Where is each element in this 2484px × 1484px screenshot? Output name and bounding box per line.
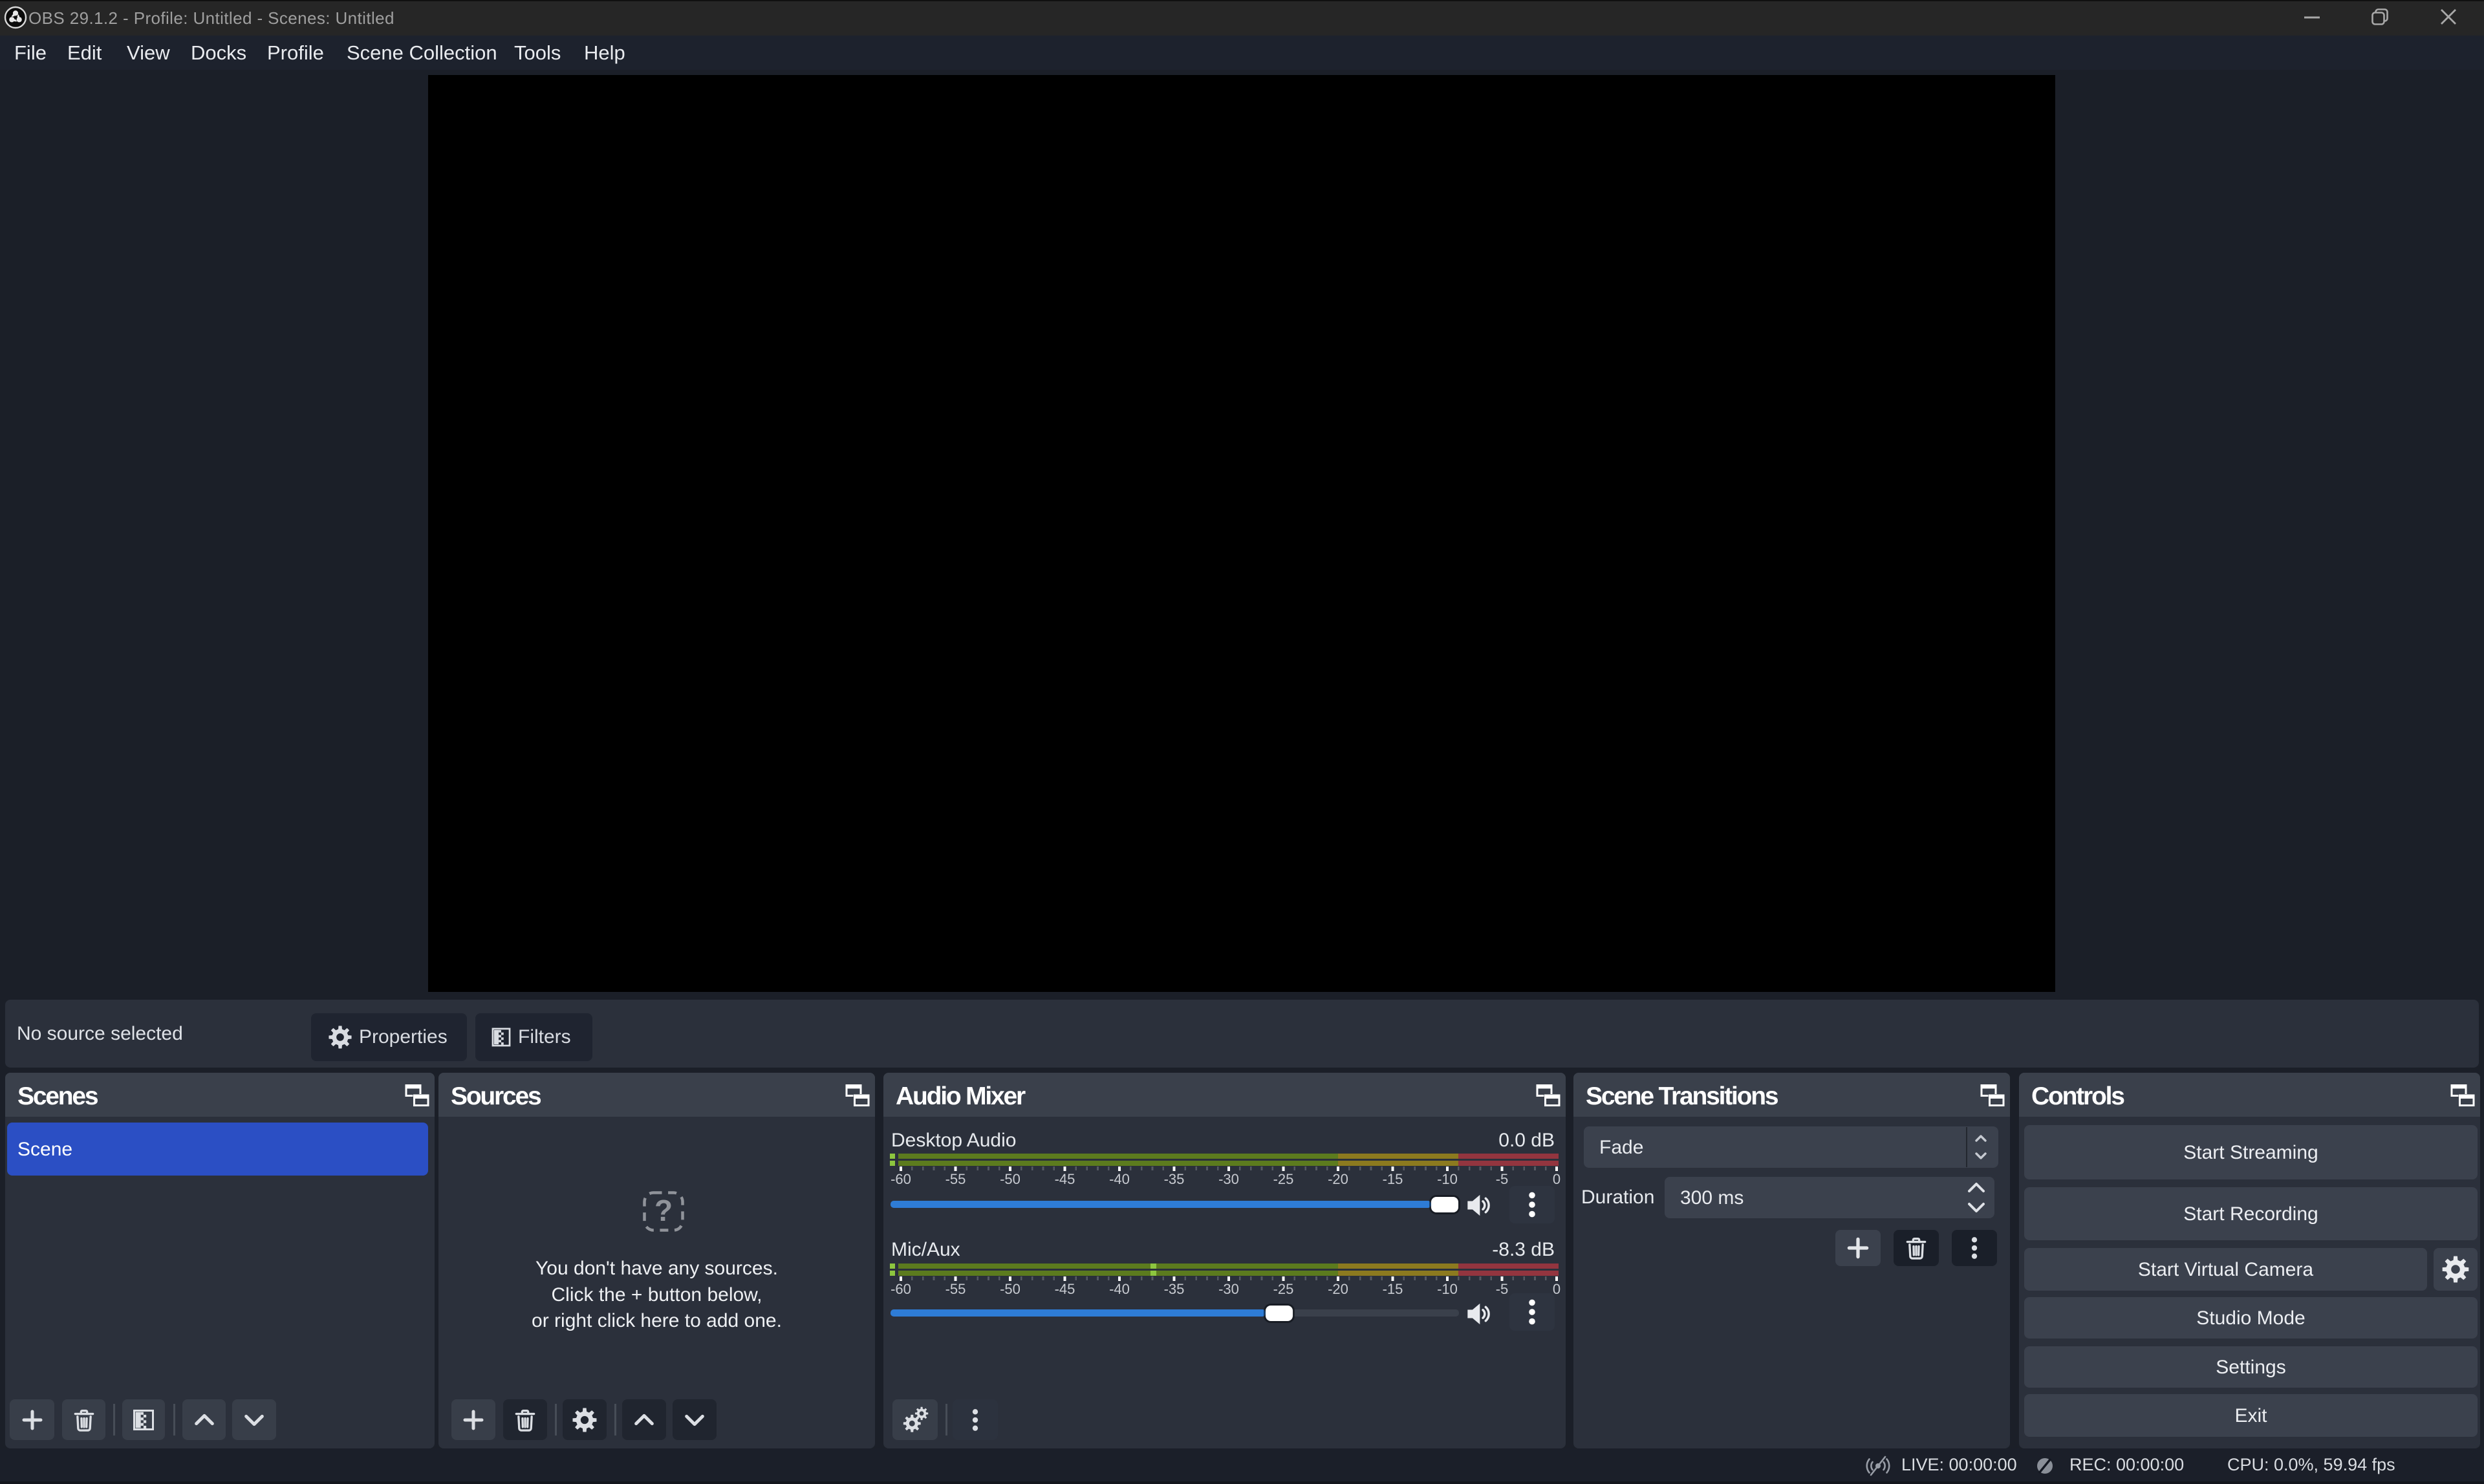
svg-text:?: ?	[654, 1194, 673, 1227]
